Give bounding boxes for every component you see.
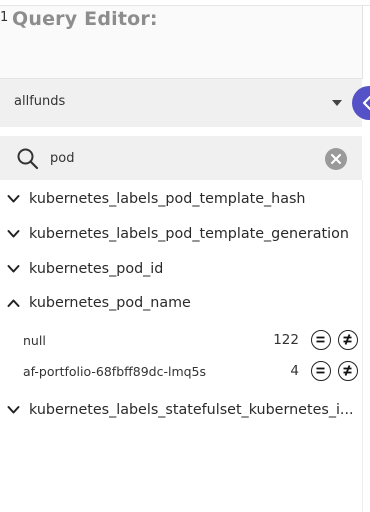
caret-down-icon[interactable] — [332, 100, 342, 106]
chevron-down-icon — [7, 230, 20, 238]
field-value-row: af-portfolio-68fbff89dc-lmq5s 4 — [0, 359, 370, 385]
index-select[interactable]: allfunds — [0, 79, 362, 127]
panel-divider — [362, 180, 370, 512]
field-name: kubernetes_pod_id — [29, 261, 164, 277]
chevron-down-icon — [7, 406, 20, 414]
chevron-down-icon — [7, 195, 20, 203]
field-value-count: 4 — [290, 363, 299, 379]
field-item[interactable]: kubernetes_labels_pod_template_generatio… — [0, 221, 370, 249]
chevron-left-icon — [362, 95, 370, 111]
close-icon — [331, 154, 341, 164]
search-icon — [17, 148, 39, 170]
filter-not-equals-button[interactable] — [338, 330, 358, 350]
field-item[interactable]: kubernetes_labels_statefulset_kubernetes… — [0, 397, 370, 425]
field-search-input[interactable] — [50, 148, 300, 168]
index-select-value: allfunds — [14, 94, 66, 109]
line-number: 1 — [0, 10, 9, 25]
query-editor[interactable]: 1 Query Editor: — [0, 6, 363, 79]
field-name: kubernetes_labels_pod_template_generatio… — [29, 226, 349, 242]
field-name: kubernetes_labels_statefulset_kubernetes… — [29, 402, 354, 418]
field-item[interactable]: kubernetes_pod_id — [0, 256, 370, 284]
equals-icon — [316, 367, 325, 374]
field-search-bar — [0, 136, 362, 180]
field-value-row: null 122 — [0, 328, 370, 354]
filter-equals-button[interactable] — [311, 361, 331, 381]
field-name: kubernetes_pod_name — [29, 295, 191, 311]
clear-search-button[interactable] — [325, 148, 347, 170]
filter-not-equals-button[interactable] — [338, 361, 358, 381]
chevron-down-icon — [7, 265, 20, 273]
field-name: kubernetes_labels_pod_template_hash — [29, 191, 306, 207]
query-editor-title: Query Editor: — [12, 8, 158, 30]
chevron-up-icon — [7, 299, 20, 307]
field-item[interactable]: kubernetes_labels_pod_template_hash — [0, 186, 370, 214]
filter-equals-button[interactable] — [311, 330, 331, 350]
not-equals-icon — [343, 365, 352, 376]
field-value: null — [23, 333, 46, 348]
not-equals-icon — [343, 334, 352, 345]
field-value-count: 122 — [273, 332, 299, 348]
field-value: af-portfolio-68fbff89dc-lmq5s — [23, 364, 207, 379]
field-item[interactable]: kubernetes_pod_name — [0, 290, 370, 318]
equals-icon — [316, 336, 325, 343]
